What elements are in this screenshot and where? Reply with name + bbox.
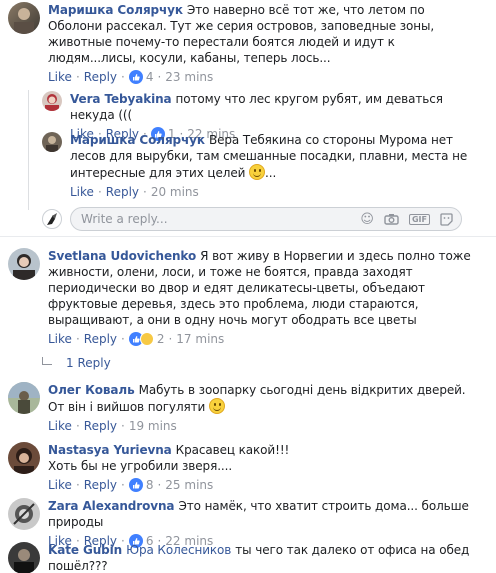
like-button[interactable]: Like [48,419,72,433]
comment: Маришка Солярчук Это наверно всё тот же, … [8,2,488,84]
sticker-icon[interactable] [440,212,453,226]
like-icon [128,70,143,84]
comment-text: Красавец какой!!! [175,443,290,457]
comment: Zara Alexandrovna Это намёк, что хватит с… [8,498,488,548]
reply-input-box[interactable]: ☺ GIF [70,207,462,231]
like-icon [128,478,143,492]
comment-author[interactable]: Svetlana Udovichenko [48,249,196,263]
reactions[interactable] [128,478,143,492]
reply-comment: Маришка Солярчук Вера Тебякина со стороны… [42,132,488,199]
comment-author[interactable]: Маришка Солярчук [48,3,183,17]
comment: Олег Коваль Мабуть в зоопарку сьогодні де… [8,382,488,433]
timestamp[interactable]: 20 mins [151,185,199,199]
like-button[interactable]: Like [48,332,72,346]
reply-button[interactable]: Reply [84,478,117,492]
reaction-count[interactable]: 8 [146,478,154,492]
comment: Kate Gubin Юра Колесников ты чего так дале… [8,542,488,573]
smiley-emoji-icon [249,164,266,180]
timestamp[interactable]: 23 mins [165,70,213,84]
like-button[interactable]: Like [48,478,72,492]
avatar[interactable] [8,248,40,280]
avatar[interactable] [42,132,62,152]
comment-text-line2: Хоть бы не угробили зверя.... [48,459,233,473]
timestamp[interactable]: 25 mins [165,478,213,492]
mention-link[interactable]: Юра Колесников [126,543,231,557]
comment-author[interactable]: Nastasya Yurievna [48,443,172,457]
comment-author[interactable]: Zara Alexandrovna [48,499,175,513]
current-user-avatar [42,209,62,229]
reply-button[interactable]: Reply [84,419,117,433]
like-button[interactable]: Like [48,70,72,84]
comment-author[interactable]: Олег Коваль [48,383,135,397]
avatar[interactable] [42,91,62,111]
timestamp[interactable]: 17 mins [176,332,224,346]
smiley-emoji-icon [208,398,225,414]
camera-icon[interactable] [384,213,399,225]
smiley-icon[interactable]: ☺ [360,212,374,227]
like-button[interactable]: Like [70,185,94,199]
divider [0,236,496,237]
avatar[interactable] [8,498,40,530]
avatar[interactable] [8,382,40,414]
reply-button[interactable]: Reply [106,185,139,199]
reply-button[interactable]: Reply [84,332,117,346]
comment-text-tail: ... [265,166,277,180]
reply-button[interactable]: Reply [84,70,117,84]
avatar[interactable] [8,2,40,34]
view-replies-link[interactable]: 1 Reply [42,356,111,370]
timestamp[interactable]: 19 mins [129,419,177,433]
reaction-count[interactable]: 2 [157,332,165,346]
avatar[interactable] [8,442,40,474]
comment: Svetlana Udovichenko Я вот живу в Норвеги… [8,248,488,346]
comment-author[interactable]: Маришка Солярчук [70,133,205,147]
comment-author[interactable]: Vera Tebyakina [70,92,172,106]
reactions[interactable] [128,332,154,346]
reactions[interactable] [128,70,143,84]
avatar[interactable] [8,542,40,573]
comment-author[interactable]: Kate Gubin [48,543,122,557]
reaction-count[interactable]: 4 [146,70,154,84]
reply-arrow-icon [42,357,52,365]
gif-icon[interactable]: GIF [408,213,430,225]
comment: Nastasya Yurievna Красавец какой!!! Хоть … [8,442,488,492]
reply-input[interactable] [81,212,361,226]
haha-icon [139,332,154,346]
